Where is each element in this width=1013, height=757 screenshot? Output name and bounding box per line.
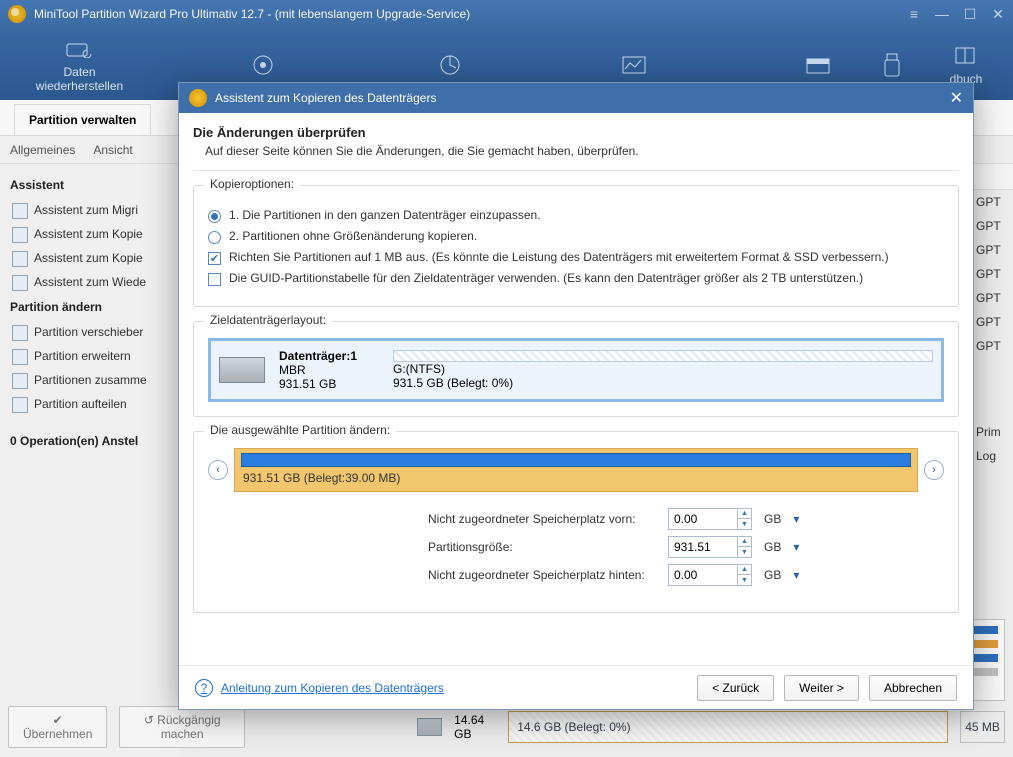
dialog-close-icon[interactable]: ✕ bbox=[950, 88, 963, 108]
group-legend: Die ausgewählte Partition ändern: bbox=[204, 423, 396, 437]
dialog-footer: ? Anleitung zum Kopieren des Datenträger… bbox=[179, 665, 973, 709]
spin-up-icon[interactable]: ▲ bbox=[737, 537, 751, 547]
help-icon: ? bbox=[195, 679, 213, 697]
dialog-title: Assistent zum Kopieren des Datenträgers bbox=[215, 91, 436, 105]
partition-segment[interactable]: G:(NTFS) 931.5 GB (Belegt: 0%) bbox=[393, 350, 933, 390]
group-change-partition: Die ausgewählte Partition ändern: ‹ 931.… bbox=[193, 431, 959, 613]
cancel-button[interactable]: Abbrechen bbox=[869, 675, 957, 701]
slider-partition-bar[interactable]: 931.51 GB (Belegt:39.00 MB) bbox=[234, 448, 918, 492]
checkbox-icon[interactable]: ✔ bbox=[208, 252, 221, 265]
dialog-subheading: Auf dieser Seite können Sie die Änderung… bbox=[205, 144, 959, 158]
option-copy-no-resize[interactable]: 2. Partitionen ohne Größenänderung kopie… bbox=[208, 229, 944, 244]
unit-dropdown-icon[interactable]: ▾ bbox=[793, 568, 799, 582]
spin-up-icon[interactable]: ▲ bbox=[737, 509, 751, 519]
group-target-layout: Zieldatenträgerlayout: Datenträger:1 MBR… bbox=[193, 321, 959, 417]
checkbox-icon[interactable] bbox=[208, 273, 221, 286]
spinner-partition-size[interactable]: ▲▼ bbox=[668, 536, 752, 558]
radio-icon[interactable] bbox=[208, 231, 221, 244]
field-unalloc-before: Nicht zugeordneter Speicherplatz vorn: ▲… bbox=[428, 508, 944, 530]
help-link[interactable]: ? Anleitung zum Kopieren des Datenträger… bbox=[195, 679, 444, 697]
option-use-gpt[interactable]: Die GUID-Partitionstabelle für den Zield… bbox=[208, 271, 944, 286]
group-legend: Kopieroptionen: bbox=[204, 177, 300, 191]
option-fit-partitions[interactable]: 1. Die Partitionen in den ganzen Datentr… bbox=[208, 208, 944, 223]
unalloc-after-input[interactable] bbox=[669, 566, 737, 584]
target-disk-row[interactable]: Datenträger:1 MBR 931.51 GB G:(NTFS) 931… bbox=[208, 338, 944, 402]
slider-handle[interactable] bbox=[241, 453, 911, 467]
radio-icon[interactable] bbox=[208, 210, 221, 223]
unit-dropdown-icon[interactable]: ▾ bbox=[793, 540, 799, 554]
spin-down-icon[interactable]: ▼ bbox=[737, 575, 751, 585]
copy-disk-wizard-dialog: Assistent zum Kopieren des Datenträgers … bbox=[178, 82, 974, 710]
spin-down-icon[interactable]: ▼ bbox=[737, 547, 751, 557]
group-legend: Zieldatenträgerlayout: bbox=[204, 313, 332, 327]
spin-down-icon[interactable]: ▼ bbox=[737, 519, 751, 529]
back-button[interactable]: < Zurück bbox=[697, 675, 774, 701]
field-partition-size: Partitionsgröße: ▲▼ GB ▾ bbox=[428, 536, 944, 558]
disk-icon bbox=[219, 357, 265, 383]
spin-up-icon[interactable]: ▲ bbox=[737, 565, 751, 575]
app-logo-icon bbox=[189, 89, 207, 107]
group-copy-options: Kopieroptionen: 1. Die Partitionen in de… bbox=[193, 185, 959, 307]
field-unalloc-after: Nicht zugeordneter Speicherplatz hinten:… bbox=[428, 564, 944, 586]
partition-size-input[interactable] bbox=[669, 538, 737, 556]
slider-prev-icon[interactable]: ‹ bbox=[208, 460, 228, 480]
next-button[interactable]: Weiter > bbox=[784, 675, 859, 701]
option-align-1mb[interactable]: ✔ Richten Sie Partitionen auf 1 MB aus. … bbox=[208, 250, 944, 265]
spinner-unalloc-after[interactable]: ▲▼ bbox=[668, 564, 752, 586]
spinner-unalloc-before[interactable]: ▲▼ bbox=[668, 508, 752, 530]
disk-meta: Datenträger:1 MBR 931.51 GB bbox=[279, 349, 379, 391]
unalloc-before-input[interactable] bbox=[669, 510, 737, 528]
unit-dropdown-icon[interactable]: ▾ bbox=[793, 512, 799, 526]
dialog-heading: Die Änderungen überprüfen bbox=[193, 125, 959, 140]
dialog-title-bar: Assistent zum Kopieren des Datenträgers … bbox=[179, 83, 973, 113]
partition-slider: ‹ 931.51 GB (Belegt:39.00 MB) › bbox=[208, 448, 944, 492]
slider-next-icon[interactable]: › bbox=[924, 460, 944, 480]
